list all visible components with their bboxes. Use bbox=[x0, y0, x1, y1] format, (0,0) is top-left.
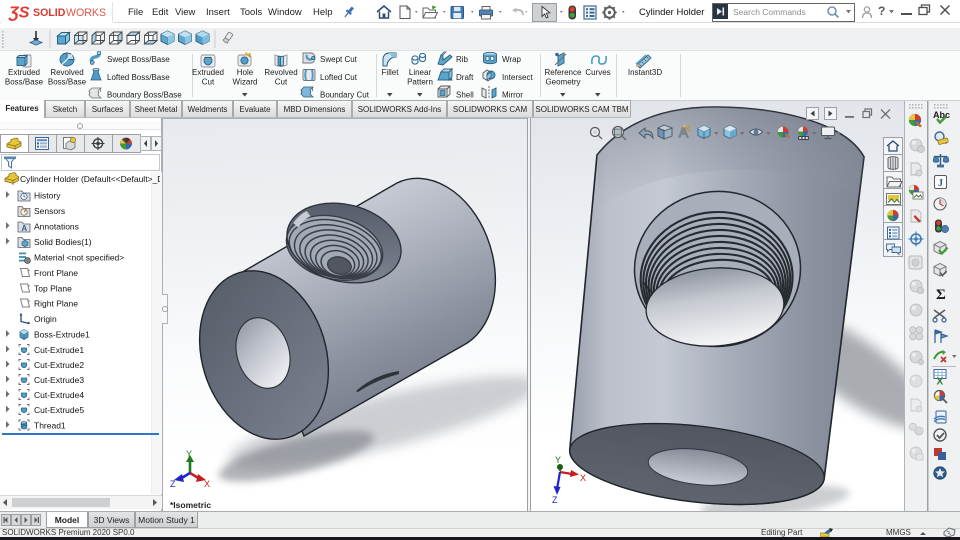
svg-text:Cylinder Holder (Default<<Def: Cylinder Holder (Default<<Default>_D bbox=[20, 174, 160, 184]
svg-text:Linear: Linear bbox=[409, 68, 432, 77]
svg-text:Extruded: Extruded bbox=[8, 68, 40, 77]
svg-text:X: X bbox=[937, 377, 944, 388]
svg-text:Curves: Curves bbox=[585, 68, 610, 77]
svg-text:SOLID: SOLID bbox=[33, 7, 66, 19]
svg-text:Fillet: Fillet bbox=[382, 68, 400, 77]
svg-text:J: J bbox=[938, 178, 943, 189]
svg-text:Revolved: Revolved bbox=[50, 68, 83, 77]
svg-text:Cut: Cut bbox=[275, 78, 288, 87]
svg-text:Cut-Extrude4: Cut-Extrude4 bbox=[34, 390, 84, 400]
svg-text:Cut-Extrude5: Cut-Extrude5 bbox=[34, 405, 84, 415]
svg-text:History: History bbox=[34, 191, 61, 201]
svg-text:ƷS: ƷS bbox=[8, 5, 30, 22]
svg-text:Abc: Abc bbox=[933, 110, 950, 120]
svg-text:A: A bbox=[21, 224, 27, 233]
svg-text:Pattern: Pattern bbox=[407, 78, 433, 87]
svg-text:Lofted Cut: Lofted Cut bbox=[320, 73, 358, 82]
svg-text:Wizard: Wizard bbox=[233, 78, 258, 87]
svg-text:Wrap: Wrap bbox=[502, 55, 522, 64]
svg-text:Swept Boss/Base: Swept Boss/Base bbox=[107, 55, 170, 64]
svg-text:Cut: Cut bbox=[202, 78, 215, 87]
svg-text:Y: Y bbox=[186, 449, 192, 459]
svg-text:Boss-Extrude1: Boss-Extrude1 bbox=[34, 330, 90, 340]
svg-text:Cut-Extrude1: Cut-Extrude1 bbox=[34, 345, 84, 355]
svg-text:X: X bbox=[204, 479, 210, 489]
svg-text:X: X bbox=[580, 473, 586, 483]
svg-text:Sensors: Sensors bbox=[34, 206, 65, 216]
svg-text:Z: Z bbox=[170, 479, 176, 489]
svg-text:Right Plane: Right Plane bbox=[34, 299, 78, 309]
svg-text:Front Plane: Front Plane bbox=[34, 268, 78, 278]
svg-text:Origin: Origin bbox=[34, 314, 57, 324]
svg-text:Shell: Shell bbox=[456, 91, 474, 100]
svg-text:Y: Y bbox=[555, 455, 561, 465]
svg-text:Lofted Boss/Base: Lofted Boss/Base bbox=[107, 73, 170, 82]
svg-text:Reference: Reference bbox=[545, 68, 582, 77]
svg-text:Annotations: Annotations bbox=[34, 222, 79, 232]
svg-text:Cut-Extrude3: Cut-Extrude3 bbox=[34, 375, 84, 385]
svg-text:Draft: Draft bbox=[456, 73, 474, 82]
svg-text:Material <not specified>: Material <not specified> bbox=[34, 253, 124, 263]
svg-text:Boss/Base: Boss/Base bbox=[48, 78, 87, 87]
svg-text:Mirror: Mirror bbox=[502, 91, 523, 100]
svg-text:Boundary Boss/Base: Boundary Boss/Base bbox=[107, 91, 182, 100]
svg-text:WORKS: WORKS bbox=[66, 7, 106, 19]
svg-text:Z: Z bbox=[552, 495, 558, 505]
svg-text:Cut-Extrude2: Cut-Extrude2 bbox=[34, 360, 84, 370]
svg-text:Rib: Rib bbox=[456, 55, 469, 64]
svg-text:Solid Bodies(1): Solid Bodies(1) bbox=[34, 237, 92, 247]
svg-text:Thread1: Thread1 bbox=[34, 421, 66, 431]
svg-text:Geometry: Geometry bbox=[545, 78, 580, 87]
svg-text:*Isometric: *Isometric bbox=[170, 500, 211, 510]
svg-text:Hole: Hole bbox=[237, 68, 254, 77]
svg-text:Instant3D: Instant3D bbox=[628, 68, 662, 77]
svg-text:Extruded: Extruded bbox=[192, 68, 224, 77]
svg-text:Boss/Base: Boss/Base bbox=[5, 78, 44, 87]
svg-text:Σ: Σ bbox=[936, 287, 946, 303]
svg-text:Boundary Cut: Boundary Cut bbox=[320, 91, 370, 100]
svg-text:Intersect: Intersect bbox=[502, 73, 533, 82]
svg-text:Top Plane: Top Plane bbox=[34, 284, 72, 294]
svg-text:Swept Cut: Swept Cut bbox=[320, 55, 358, 64]
svg-text:Revolved: Revolved bbox=[264, 68, 297, 77]
